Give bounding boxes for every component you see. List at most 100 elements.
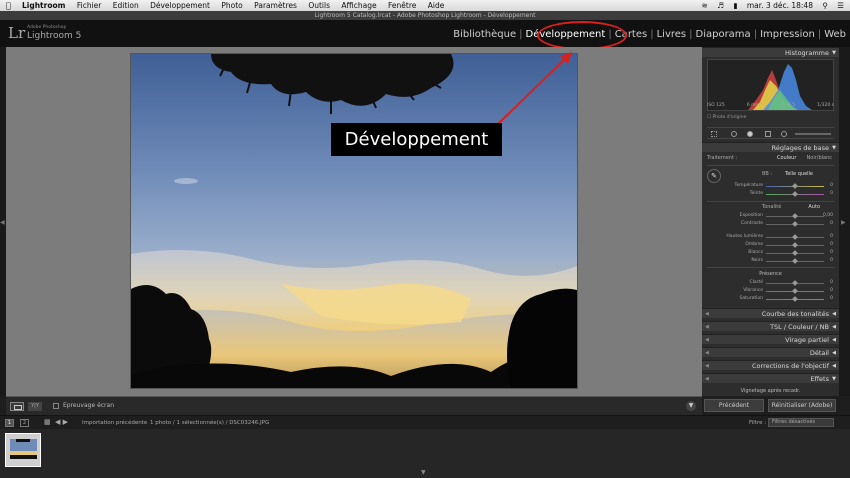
slider-knob[interactable] [792,288,798,294]
menu-developpement[interactable]: Développement [150,1,210,10]
filmstrip-source[interactable]: Importation précédente [82,420,147,426]
slider-vibrance[interactable]: Vibrance 0 [706,288,835,295]
radial-filter-icon[interactable] [781,131,787,137]
list-icon[interactable]: ☰ [837,1,844,10]
grid-view-icon[interactable]: ▦ [44,418,51,426]
slider-value[interactable]: 0 [830,250,833,255]
photo-original-checkbox[interactable]: ☐ Photo d'origine [707,115,746,120]
collapse-triangle-icon[interactable]: ▼ [832,374,836,384]
slider-knob[interactable] [792,250,798,256]
panel-switch-icon[interactable]: ◀ [705,322,709,332]
panel-lens-corrections[interactable]: ◀ Corrections de l'objectif ◀ [702,360,839,370]
slider-value[interactable]: 0 [830,191,833,196]
volume-icon[interactable]: ♬ [717,1,724,10]
expand-triangle-icon[interactable]: ◀ [832,322,836,332]
screen-2-button[interactable]: 2 [20,419,29,427]
slider-saturation[interactable]: Saturation 0 [706,296,835,303]
panel-switch-icon[interactable]: ◀ [705,374,709,384]
before-after-button[interactable]: Y|Y [28,402,42,411]
slider-knob[interactable] [792,183,798,189]
slider-highlights[interactable]: Hautes lumières 0 [706,234,835,241]
menu-parametres[interactable]: Paramètres [254,1,297,10]
spot-removal-icon[interactable] [731,131,737,137]
slider-value[interactable]: 0 [830,242,833,247]
slider-value[interactable]: 0 [830,296,833,301]
softproof-checkbox[interactable] [53,403,59,409]
slider-knob[interactable] [792,280,798,286]
filmstrip-thumbnail[interactable] [5,433,41,467]
menu-edition[interactable]: Edition [113,1,139,10]
slider-contrast[interactable]: Contraste 0 [706,221,835,228]
expand-left-icon[interactable]: ◀ [0,219,5,226]
collapse-right-icon[interactable]: ▶ [841,219,846,226]
collapse-triangle-icon[interactable]: ▼ [832,143,836,153]
module-impression[interactable]: Impression [760,29,815,40]
expand-triangle-icon[interactable]: ◀ [832,348,836,358]
slider-value[interactable]: 0 [830,258,833,263]
loupe-view-button[interactable] [10,402,24,411]
slider-knob[interactable] [792,221,798,227]
menu-fenetre[interactable]: Fenêtre [388,1,416,10]
menu-lightroom[interactable]: Lightroom [22,1,65,10]
basic-header[interactable]: Réglages de base ▼ [702,142,839,152]
menu-outils[interactable]: Outils [308,1,330,10]
module-web[interactable]: Web [824,29,846,40]
menu-aide[interactable]: Aide [428,1,445,10]
slider-value[interactable]: 0 [830,183,833,188]
menu-fichier[interactable]: Fichier [77,1,102,10]
slider-temperature[interactable]: Température 0 [706,183,835,190]
search-icon[interactable]: ⚲ [822,1,828,10]
slider-value[interactable]: 0,00 [823,213,833,218]
slider-value[interactable]: 0 [830,234,833,239]
module-livres[interactable]: Livres [657,29,687,40]
collapse-triangle-icon[interactable]: ▼ [832,48,836,58]
filter-select[interactable]: Filtres désactivés [768,418,834,427]
filmstrip-count[interactable]: 1 photo / 1 sélectionnée(s) / DSC03246.J… [150,420,269,426]
menu-photo[interactable]: Photo [221,1,242,10]
histogram-header[interactable]: Histogramme ▼ [702,47,839,57]
module-bibliotheque[interactable]: Bibliothèque [453,29,516,40]
panel-split-toning[interactable]: ◀ Virage partiel ◀ [702,334,839,344]
panel-switch-icon[interactable]: ◀ [705,309,709,319]
panel-switch-icon[interactable]: ◀ [705,335,709,345]
wifi-icon[interactable]: ≋ [702,1,708,10]
slider-whites[interactable]: Blancs 0 [706,250,835,257]
module-diaporama[interactable]: Diaporama [696,29,751,40]
slider-value[interactable]: 0 [830,221,833,226]
panel-detail[interactable]: ◀ Détail ◀ [702,347,839,357]
panel-tone-curve[interactable]: ◀ Courbe des tonalités ◀ [702,308,839,318]
eyedropper-icon[interactable]: ✎ [707,169,721,183]
menu-affichage[interactable]: Affichage [341,1,376,10]
slider-knob[interactable] [792,296,798,302]
adjustment-brush-icon[interactable] [795,133,831,135]
slider-clarity[interactable]: Clarté 0 [706,280,835,287]
slider-shadows[interactable]: Ombres 0 [706,242,835,249]
toolbar-menu-icon[interactable]: ▼ [686,401,696,411]
battery-icon[interactable]: ▮ [733,1,737,10]
right-panel-edge[interactable]: ▶ [839,47,850,396]
panel-switch-icon[interactable]: ◀ [705,348,709,358]
wb-value[interactable]: Telle quelle [785,171,813,177]
panel-switch-icon[interactable]: ◀ [705,361,709,371]
screen-1-button[interactable]: 1 [5,419,14,427]
filmstrip-toggle-icon[interactable]: ▼ [421,469,426,476]
slider-knob[interactable] [792,213,798,219]
slider-knob[interactable] [792,258,798,264]
slider-tint[interactable]: Teinte 0 [706,191,835,198]
expand-triangle-icon[interactable]: ◀ [832,335,836,345]
slider-exposure[interactable]: Exposition 0,00 [706,213,835,220]
red-eye-icon[interactable] [747,131,753,137]
crop-tool-icon[interactable] [711,131,717,137]
panel-effects[interactable]: ◀ Effets ▼ [702,373,839,383]
treatment-color[interactable]: Couleur [777,155,796,161]
auto-button[interactable]: Auto [808,204,820,210]
slider-knob[interactable] [792,191,798,197]
slider-knob[interactable] [792,234,798,240]
nav-arrows-icon[interactable]: ◀ ▶ [55,418,68,426]
slider-blacks[interactable]: Noirs 0 [706,258,835,265]
expand-triangle-icon[interactable]: ◀ [832,361,836,371]
slider-value[interactable]: 0 [830,280,833,285]
reset-button[interactable]: Réinitialiser (Adobe) [768,399,836,412]
previous-button[interactable]: Précédent [704,399,764,412]
panel-hsl[interactable]: ◀ TSL / Couleur / NB ◀ [702,321,839,331]
